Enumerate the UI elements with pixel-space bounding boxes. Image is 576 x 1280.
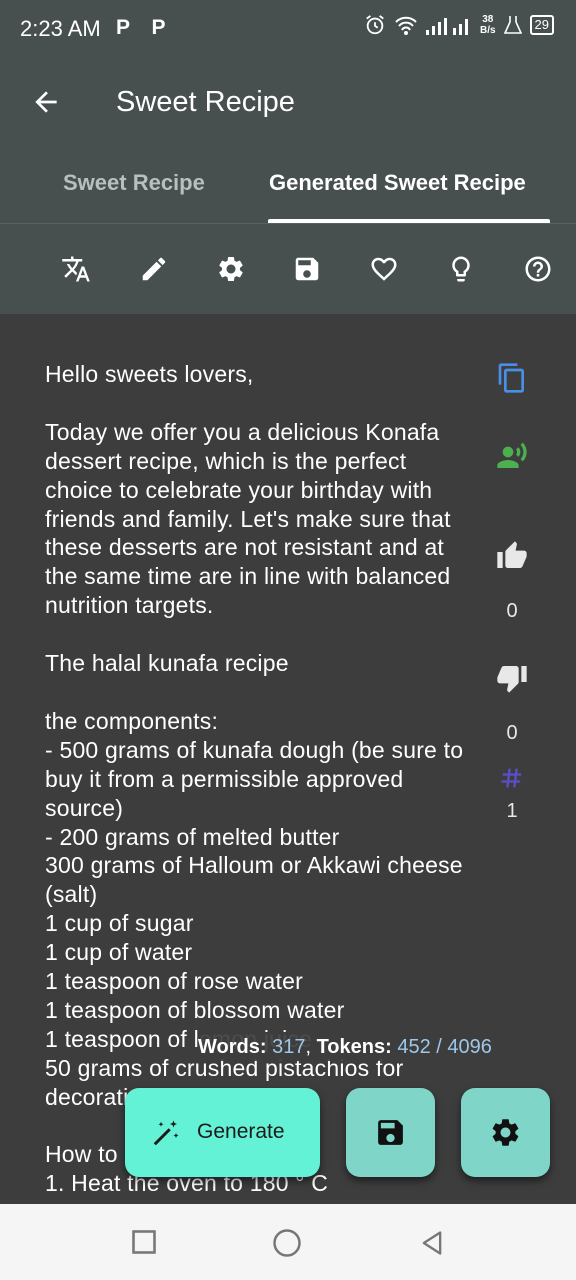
- recipe-text: Hello sweets lovers, Today we offer you …: [45, 361, 464, 1197]
- words-value: 317: [272, 1036, 306, 1058]
- save-icon: [378, 1120, 403, 1145]
- like-count: 0: [506, 600, 518, 622]
- home-icon[interactable]: [272, 1228, 302, 1258]
- words-label: Words:: [198, 1036, 267, 1058]
- thumb-down-icon[interactable]: [496, 662, 528, 694]
- generate-label: Generate: [197, 1120, 285, 1143]
- back-arrow-icon[interactable]: [30, 86, 62, 118]
- magic-wand-icon: [153, 1120, 179, 1146]
- thumb-up-icon[interactable]: [496, 540, 528, 572]
- action-toolbar: [0, 224, 576, 314]
- recipe-content: Hello sweets lovers, Today we offer you …: [0, 314, 576, 1204]
- favorite-icon[interactable]: [369, 254, 399, 284]
- settings-fab-button[interactable]: [461, 1088, 550, 1177]
- system-nav-bar: [0, 1204, 576, 1280]
- generate-button[interactable]: Generate: [125, 1088, 320, 1177]
- recents-icon[interactable]: [130, 1228, 158, 1256]
- net-speed: 38 B/s: [479, 14, 496, 36]
- alarm-icon: [366, 15, 384, 35]
- save-fab-button[interactable]: [346, 1088, 435, 1177]
- hash-icon[interactable]: [498, 764, 526, 792]
- speak-icon[interactable]: [496, 440, 528, 472]
- translate-icon[interactable]: [61, 254, 91, 284]
- save-icon[interactable]: [292, 254, 322, 284]
- dislike-count: 0: [506, 722, 518, 744]
- hash-count: 1: [506, 800, 518, 822]
- signal-icon: [425, 18, 468, 35]
- status-time: 2:23 AM: [20, 16, 101, 41]
- help-icon[interactable]: [523, 254, 553, 284]
- tokens-label: Tokens:: [316, 1036, 392, 1058]
- tab-indicator: [268, 219, 550, 223]
- status-bar: 2:23 AM P P 38 B/s 29: [0, 0, 576, 60]
- tab-bar: Sweet Recipe Generated Sweet Recipe: [0, 150, 576, 224]
- edit-icon[interactable]: [139, 254, 169, 284]
- notification-icons: P P: [116, 16, 174, 39]
- stats-separator: ,: [305, 1036, 312, 1058]
- tab-generated-sweet-recipe[interactable]: Generated Sweet Recipe: [269, 170, 526, 196]
- status-right: 38 B/s 29: [364, 14, 554, 36]
- word-token-stats: Words: 317, Tokens: 452 / 4096: [198, 1034, 492, 1061]
- lightbulb-icon[interactable]: [446, 254, 476, 284]
- wifi-icon: [395, 16, 417, 35]
- copy-icon[interactable]: [496, 362, 528, 394]
- settings-icon[interactable]: [216, 254, 246, 284]
- app-bar: Sweet Recipe: [0, 60, 576, 150]
- page-title: Sweet Recipe: [116, 86, 295, 118]
- flask-icon: [503, 16, 522, 34]
- tokens-value: 452 / 4096: [397, 1036, 492, 1058]
- tab-sweet-recipe[interactable]: Sweet Recipe: [63, 170, 205, 196]
- battery-icon: 29: [529, 15, 554, 35]
- back-nav-icon[interactable]: [418, 1228, 446, 1258]
- settings-icon: [492, 1119, 519, 1146]
